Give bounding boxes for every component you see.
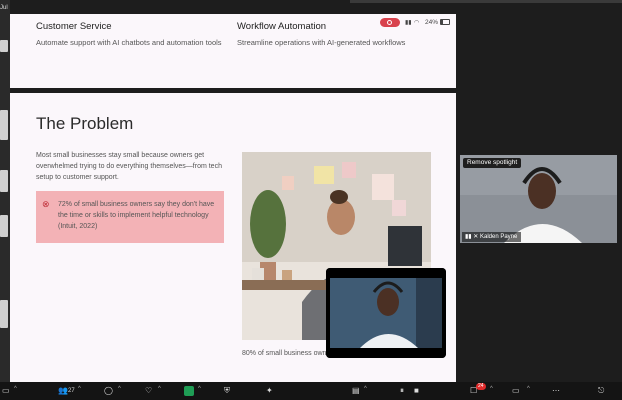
share-screen-icon[interactable]: [184, 386, 194, 396]
chevron-up-icon[interactable]: ^: [490, 386, 493, 392]
chevron-up-icon[interactable]: ^: [78, 386, 81, 392]
signal-icon: ▮▮: [405, 20, 412, 26]
leave-icon[interactable]: ⎋: [598, 385, 604, 397]
participants-icon[interactable]: 👥: [58, 385, 68, 397]
chevron-up-icon[interactable]: ^: [364, 386, 367, 392]
signal-bars-icon: ▮▮: [465, 234, 472, 240]
slide-thumbnail[interactable]: [0, 40, 8, 52]
self-view-video[interactable]: [326, 268, 446, 358]
service-description: Automate support with AI chatbots and au…: [36, 38, 222, 47]
chevron-up-icon[interactable]: ^: [198, 386, 201, 392]
statistic-callout: ⊗ 72% of small business owners say they …: [36, 191, 224, 243]
react-icon[interactable]: ♡: [145, 385, 152, 397]
x-circle-icon: ⊗: [42, 199, 50, 209]
security-icon[interactable]: ⛨: [224, 385, 230, 397]
chevron-up-icon[interactable]: ^: [158, 386, 161, 392]
participant-video-tile[interactable]: Remove spotlight ▮▮ ✕ Kalden Payne: [460, 155, 617, 243]
mute-icon: ✕: [473, 234, 479, 240]
chevron-up-icon[interactable]: ^: [527, 386, 530, 392]
slide-thumbnail[interactable]: [0, 300, 8, 328]
participants-count: 27: [68, 388, 75, 394]
notes-icon[interactable]: ▤: [352, 385, 360, 397]
ai-companion-icon[interactable]: ✦: [266, 385, 273, 397]
top-hidden-bar: [350, 0, 622, 3]
slide-thumbnail[interactable]: [0, 215, 8, 237]
battery-icon: [440, 19, 450, 25]
record-icon: [387, 20, 392, 25]
slide-thumbnail-strip: Jul: [0, 0, 10, 382]
pause-share-icon[interactable]: ⏸: [400, 385, 404, 397]
video-icon[interactable]: ▭: [2, 385, 10, 397]
battery-fill: [441, 20, 443, 24]
meeting-toolbar: ▭ ^ 👥 27 ^ ◯ ^ ♡ ^ ^ ⛨ ✦ ▤ ^ ⏸ ■ ☐ 24 ^ ▭…: [0, 382, 622, 400]
battery-percent: 24%: [425, 19, 439, 26]
stop-icon[interactable]: ■: [414, 385, 419, 397]
month-label: Jul: [0, 5, 8, 11]
slide-body-text: Most small businesses stay small because…: [36, 152, 222, 181]
service-title: Customer Service: [36, 21, 112, 32]
slide-thumbnail[interactable]: [0, 170, 8, 192]
service-description: Streamline operations with AI-generated …: [237, 38, 406, 47]
wifi-icon: ◠: [414, 20, 420, 26]
chat-icon[interactable]: ◯: [104, 385, 113, 397]
apps-icon[interactable]: ☐ 24: [470, 383, 486, 397]
recording-indicator: [380, 18, 400, 27]
participant-name-tag: ▮▮ ✕ Kalden Payne: [462, 232, 522, 242]
more-icon[interactable]: ⋯: [552, 385, 560, 397]
present-icon[interactable]: ▭: [512, 385, 520, 397]
notification-badge: 24: [476, 383, 486, 390]
participant-name: Kalden Payne: [479, 234, 518, 240]
service-title: Workflow Automation: [237, 21, 327, 32]
chevron-up-icon[interactable]: ^: [14, 386, 17, 392]
slide-title: The Problem: [36, 114, 134, 133]
slide-thumbnail[interactable]: [0, 110, 8, 140]
statistic-text: 72% of small business owners say they do…: [58, 201, 215, 230]
chevron-up-icon[interactable]: ^: [118, 386, 121, 392]
remove-spotlight-button[interactable]: Remove spotlight: [463, 158, 522, 168]
device-status-bar: ▮▮ ◠ 24%: [380, 18, 452, 28]
